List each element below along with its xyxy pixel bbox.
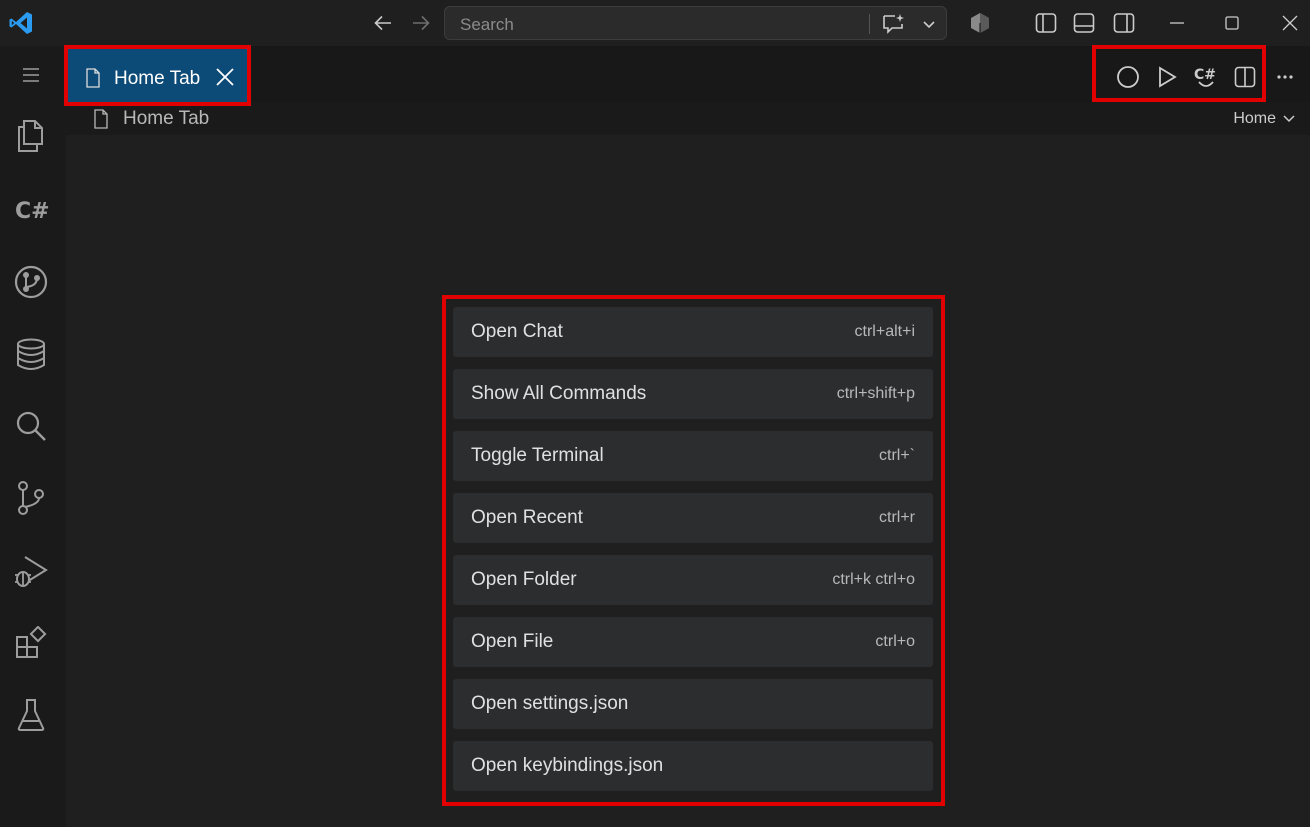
command-shortcut: ctrl+r [879,509,915,526]
breadcrumb-item[interactable]: Home Tab [123,108,209,130]
command-label: Open Folder [471,569,577,590]
home-dropdown-label: Home [1233,110,1276,127]
split-editor-icon[interactable] [1232,64,1258,90]
toggle-secondary-sidebar-icon[interactable] [1112,11,1136,35]
command-open-settings-json[interactable]: Open settings.json [453,679,933,729]
menu-icon[interactable] [12,56,50,94]
breadcrumb: Home Tab Home [66,102,1310,135]
command-label: Toggle Terminal [471,445,604,466]
command-open-folder[interactable]: Open Folder ctrl+k ctrl+o [453,555,933,605]
command-label: Open settings.json [471,693,629,714]
database-icon[interactable] [12,336,50,374]
search-icon[interactable] [12,407,50,445]
vscode-window: Search C# Home Tab C# Home Tab Home Open… [0,0,1310,827]
svg-text:C#: C# [15,199,49,224]
search-input[interactable]: Search [444,6,947,40]
toggle-primary-sidebar-icon[interactable] [1034,11,1058,35]
csharp-debug-icon[interactable]: C# [1193,64,1219,90]
maximize-icon[interactable] [1219,10,1245,36]
forward-arrow-icon[interactable] [408,10,434,36]
more-icon[interactable] [1272,64,1298,90]
command-open-keybindings-json[interactable]: Open keybindings.json [453,741,933,791]
source-control-icon[interactable] [12,479,50,517]
minimize-icon[interactable] [1164,10,1190,36]
accounts-cube-icon[interactable] [968,11,992,35]
file-icon [86,68,100,88]
vscode-logo-icon[interactable] [8,10,34,36]
search-placeholder: Search [460,15,514,34]
command-open-recent[interactable]: Open Recent ctrl+r [453,493,933,543]
circle-icon[interactable] [1115,64,1141,90]
command-shortcut: ctrl+o [875,633,915,650]
command-label: Open Chat [471,321,563,342]
copilot-chat-icon[interactable] [881,12,907,36]
command-open-file[interactable]: Open File ctrl+o [453,617,933,667]
command-label: Open keybindings.json [471,755,664,776]
close-window-icon[interactable] [1277,10,1303,36]
run-icon[interactable] [1154,64,1180,90]
command-show-all-commands[interactable]: Show All Commands ctrl+shift+p [453,369,933,419]
search-divider [869,14,870,34]
chevron-down-icon [1283,115,1295,123]
explorer-icon[interactable] [12,117,50,155]
command-label: Open File [471,631,554,652]
file-icon [94,109,108,129]
svg-text:C#: C# [1194,67,1216,83]
command-shortcut: ctrl+k ctrl+o [832,571,915,588]
command-label: Open Recent [471,507,583,528]
activity-bar: C# [0,46,66,827]
editor-tab-bar: Home Tab C# [66,46,1310,104]
back-arrow-icon[interactable] [370,10,396,36]
command-open-chat[interactable]: Open Chat ctrl+alt+i [453,307,933,357]
tab-home[interactable]: Home Tab [68,48,250,104]
testing-icon[interactable] [12,696,50,734]
title-bar: Search [0,0,1310,46]
close-icon[interactable] [214,66,236,88]
git-graph-icon[interactable] [12,263,50,301]
tab-label: Home Tab [114,68,201,89]
extensions-icon[interactable] [12,624,50,662]
toggle-panel-icon[interactable] [1072,11,1096,35]
command-shortcut: ctrl+alt+i [854,323,915,340]
chevron-down-icon[interactable] [921,16,937,32]
command-shortcut: ctrl+shift+p [836,385,915,402]
csharp-icon[interactable]: C# [12,191,50,229]
run-debug-icon[interactable] [12,552,50,590]
home-dropdown[interactable]: Home [1233,110,1296,128]
command-shortcut: ctrl+` [879,447,915,464]
command-toggle-terminal[interactable]: Toggle Terminal ctrl+` [453,431,933,481]
command-label: Show All Commands [471,383,647,404]
